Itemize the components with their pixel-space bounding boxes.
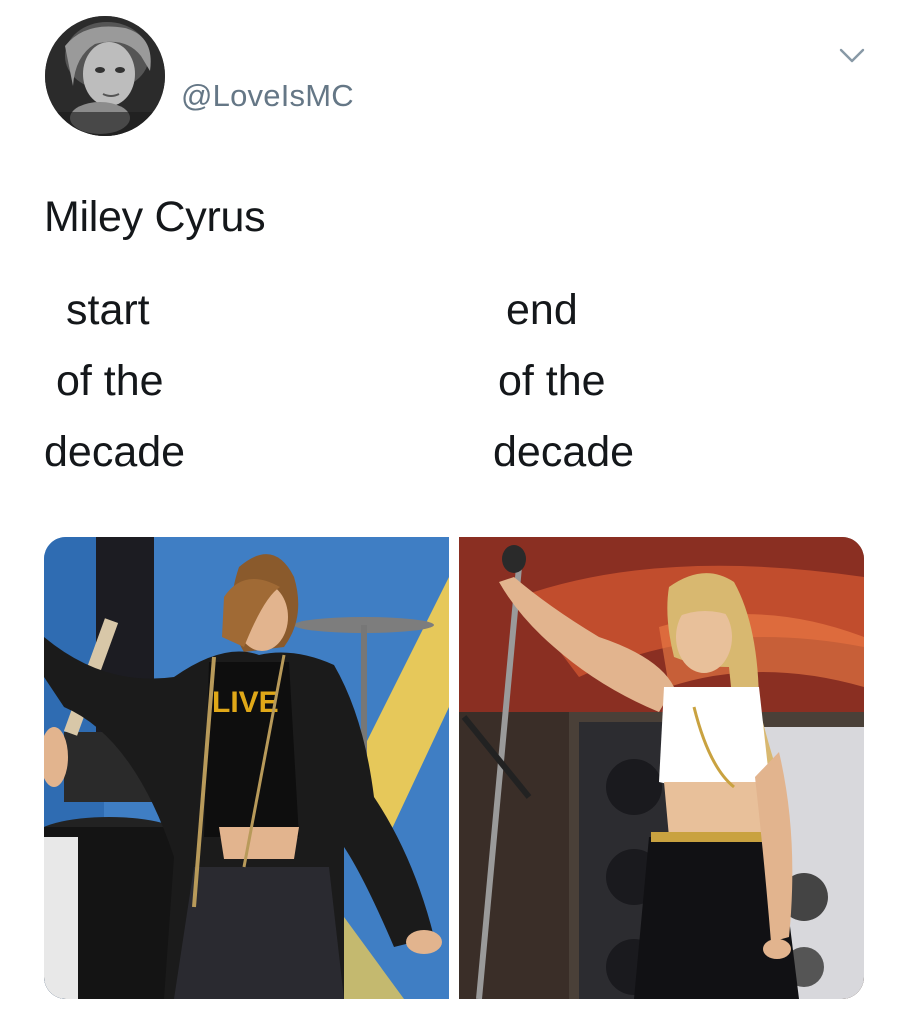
svg-text:LIVE: LIVE: [212, 686, 279, 719]
avatar-photo: [45, 16, 165, 136]
caption-right-line-3: decade: [493, 428, 635, 476]
tweet-media[interactable]: LIVE: [44, 537, 864, 999]
caption-left-line-2: of the: [56, 357, 164, 405]
tweet-text: Miley Cyrus: [44, 193, 266, 241]
caption-left-line-3: decade: [44, 428, 186, 476]
user-handle[interactable]: @LoveIsMC: [181, 78, 354, 114]
caption-left-line-1: start: [66, 286, 150, 334]
chevron-down-icon[interactable]: [836, 44, 868, 66]
performer-photo-right: [459, 537, 864, 999]
caption-right-line-1: end: [506, 286, 578, 334]
performer-photo-left: LIVE: [44, 537, 449, 999]
photo-start-of-decade[interactable]: LIVE: [44, 537, 449, 999]
avatar[interactable]: [45, 16, 165, 136]
caption-right-line-2: of the: [498, 357, 606, 405]
photo-end-of-decade[interactable]: [459, 537, 864, 999]
